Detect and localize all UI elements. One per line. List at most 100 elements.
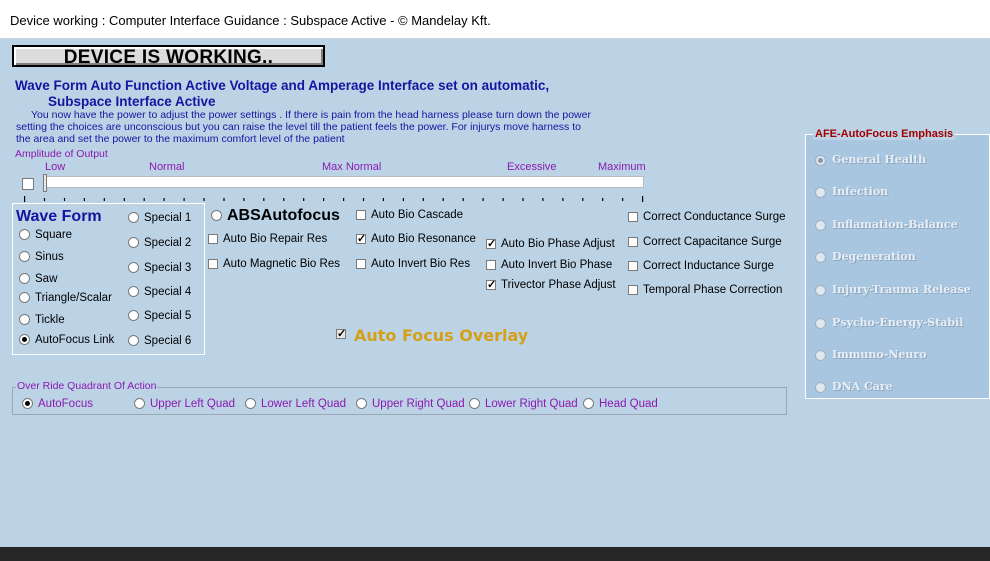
checkbox-icon[interactable] xyxy=(628,260,638,271)
checkbox-checked-icon[interactable] xyxy=(486,278,496,292)
auto-invert-bio-res[interactable]: Auto Invert Bio Res xyxy=(356,258,470,270)
special-5[interactable]: Special 5 xyxy=(128,310,191,322)
window-title: Device working : Computer Interface Guid… xyxy=(10,13,491,28)
checkbox-icon[interactable] xyxy=(356,209,366,220)
quad-upper-left[interactable]: Upper Left Quad xyxy=(134,398,235,410)
auto-bio-resonance[interactable]: Auto Bio Resonance xyxy=(356,232,476,246)
radio-icon[interactable] xyxy=(815,251,826,263)
special-3[interactable]: Special 3 xyxy=(128,262,191,274)
afe-infection[interactable]: Infection xyxy=(815,185,888,198)
radio-icon[interactable] xyxy=(19,314,30,326)
scale-maximum-label: Maximum xyxy=(598,161,646,173)
waveform-triangle-scalar[interactable]: Triangle/Scalar xyxy=(19,292,112,304)
tick-mark xyxy=(43,198,46,201)
checkbox-checked-icon[interactable] xyxy=(356,232,366,246)
radio-selected-icon[interactable] xyxy=(22,398,33,410)
radio-icon[interactable] xyxy=(128,262,139,274)
quad-autofocus[interactable]: AutoFocus xyxy=(22,398,93,410)
checkbox-icon[interactable] xyxy=(208,258,218,269)
afe-injury-trauma-release[interactable]: Injury-Trauma Release xyxy=(815,283,971,296)
quad-upper-right[interactable]: Upper Right Quad xyxy=(356,398,465,410)
scale-normal-label: Normal xyxy=(149,161,185,173)
afe-immuno-neuro[interactable]: Immuno-Neuro xyxy=(815,348,927,361)
tick-mark xyxy=(123,198,125,201)
quad-lower-right[interactable]: Lower Right Quad xyxy=(469,398,578,410)
afe-general-health[interactable]: General Health xyxy=(815,153,926,166)
amplitude-slider-thumb[interactable] xyxy=(43,174,47,192)
tick-mark xyxy=(303,198,305,201)
device-status-button[interactable]: DEVICE IS WORKING.. xyxy=(12,45,325,68)
checkbox-icon[interactable] xyxy=(628,284,638,295)
waveform-autofocus-link[interactable]: AutoFocus Link xyxy=(19,334,114,346)
correct-conductance-surge[interactable]: Correct Conductance Surge xyxy=(628,211,786,223)
tick-mark xyxy=(362,198,365,201)
afe-dna-care[interactable]: DNA Care xyxy=(815,380,893,393)
correct-inductance-surge[interactable]: Correct Inductance Surge xyxy=(628,260,774,272)
radio-icon[interactable] xyxy=(815,381,826,393)
checkbox-icon[interactable] xyxy=(486,259,496,270)
afe-psycho-energy-stabil[interactable]: Psycho-Energy-Stabil xyxy=(815,316,963,329)
bottom-bar xyxy=(0,547,990,561)
checkbox-checked-icon[interactable] xyxy=(486,237,496,251)
checkbox-icon[interactable] xyxy=(628,211,638,222)
afe-degeneration[interactable]: Degeneration xyxy=(815,250,916,263)
radio-icon[interactable] xyxy=(128,286,139,298)
radio-icon[interactable] xyxy=(245,398,256,410)
radio-icon[interactable] xyxy=(134,398,145,410)
radio-icon[interactable] xyxy=(211,210,222,222)
correct-capacitance-surge[interactable]: Correct Capacitance Surge xyxy=(628,236,782,248)
radio-icon[interactable] xyxy=(815,186,826,198)
afe-title: AFE-AutoFocus Emphasis xyxy=(813,128,956,140)
radio-icon[interactable] xyxy=(19,273,30,285)
trivector-phase-adjust[interactable]: Trivector Phase Adjust xyxy=(486,278,616,292)
amplitude-label: Amplitude of Output xyxy=(15,148,108,160)
auto-bio-phase-adjust[interactable]: Auto Bio Phase Adjust xyxy=(486,237,615,251)
radio-icon[interactable] xyxy=(128,310,139,322)
radio-icon[interactable] xyxy=(19,229,30,241)
tick-mark xyxy=(522,198,524,201)
radio-icon[interactable] xyxy=(356,398,367,410)
checkbox-icon[interactable] xyxy=(356,258,366,269)
tick-mark xyxy=(283,198,285,201)
abs-autofocus-option[interactable]: ABSAutofocus xyxy=(211,207,340,225)
checkbox-icon[interactable] xyxy=(208,233,218,244)
checkbox-checked-icon[interactable] xyxy=(336,327,346,341)
amplitude-toggle-box[interactable] xyxy=(22,178,34,190)
radio-icon[interactable] xyxy=(128,212,139,224)
special-6[interactable]: Special 6 xyxy=(128,335,191,347)
scale-low-label: Low xyxy=(45,161,66,173)
radio-icon[interactable] xyxy=(19,251,30,263)
tick-mark xyxy=(542,198,544,201)
amplitude-slider-track[interactable] xyxy=(43,176,644,188)
afe-inflamation-balance[interactable]: Inflamation-Balance xyxy=(815,218,958,231)
quad-head[interactable]: Head Quad xyxy=(583,398,658,410)
headline-line1: Wave Form Auto Function Active Voltage a… xyxy=(15,78,550,93)
radio-icon[interactable] xyxy=(815,219,826,231)
radio-icon[interactable] xyxy=(469,398,480,410)
special-4[interactable]: Special 4 xyxy=(128,286,191,298)
auto-magnetic-bio-res[interactable]: Auto Magnetic Bio Res xyxy=(208,258,340,270)
special-1[interactable]: Special 1 xyxy=(128,212,191,224)
temporal-phase-correction[interactable]: Temporal Phase Correction xyxy=(628,284,782,296)
quad-lower-left[interactable]: Lower Left Quad xyxy=(245,398,346,410)
auto-focus-overlay[interactable]: Auto Focus Overlay xyxy=(336,326,528,345)
special-2[interactable]: Special 2 xyxy=(128,237,191,249)
waveform-sinus[interactable]: Sinus xyxy=(19,251,64,263)
auto-invert-bio-phase[interactable]: Auto Invert Bio Phase xyxy=(486,259,612,271)
radio-icon[interactable] xyxy=(128,237,139,249)
radio-selected-icon[interactable] xyxy=(19,334,30,346)
auto-bio-repair-res[interactable]: Auto Bio Repair Res xyxy=(208,233,327,245)
radio-icon[interactable] xyxy=(815,284,826,296)
radio-selected-icon[interactable] xyxy=(815,154,826,166)
waveform-square[interactable]: Square xyxy=(19,229,72,241)
waveform-saw[interactable]: Saw xyxy=(19,273,57,285)
radio-icon[interactable] xyxy=(815,349,826,361)
auto-bio-cascade[interactable]: Auto Bio Cascade xyxy=(356,209,463,221)
waveform-tickle[interactable]: Tickle xyxy=(19,314,65,326)
radio-icon[interactable] xyxy=(583,398,594,410)
radio-icon[interactable] xyxy=(128,335,139,347)
headline-line2: Subspace Interface Active xyxy=(48,94,216,109)
radio-icon[interactable] xyxy=(815,317,826,329)
checkbox-icon[interactable] xyxy=(628,236,638,247)
radio-icon[interactable] xyxy=(19,292,30,304)
